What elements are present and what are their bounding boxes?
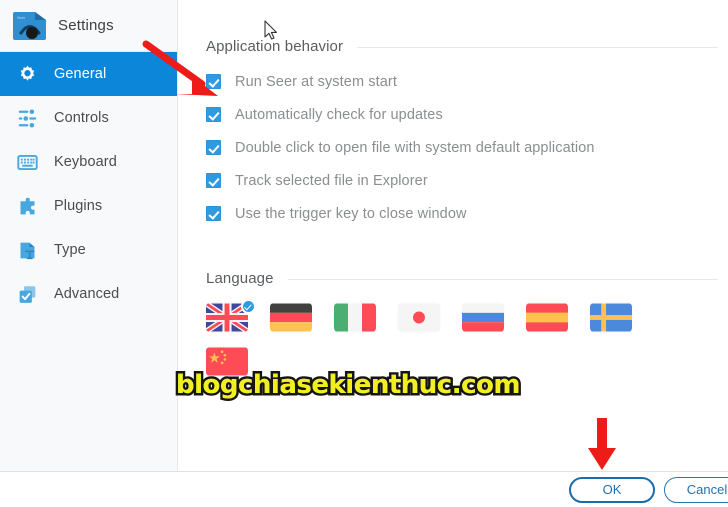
checkbox-run-seer-at-system-start[interactable] [206,74,221,89]
app-brand: Seer Settings [0,0,177,52]
dialog-footer: OK Cancel [0,471,728,507]
checkbox-label: Double click to open file with system de… [235,139,595,156]
sliders-icon [14,105,40,131]
sidebar-item-controls[interactable]: Controls [0,96,177,140]
section-header: Application behavior [179,38,728,55]
checkbox-row-run-seer-at-system-start[interactable]: Run Seer at system start [179,65,728,98]
keyboard-icon [14,149,40,175]
language-option-swedish[interactable] [590,295,654,339]
section-language: Language [179,270,728,383]
sidebar-item-label: General [54,66,107,82]
svg-text:Seer: Seer [17,15,26,20]
sidebar-item-type[interactable]: Type [0,228,177,272]
sidebar: Seer Settings General Controls Keyboard … [0,0,178,471]
section-title: Language [206,270,274,287]
language-option-spanish[interactable] [526,295,590,339]
checkbox-row-trigger-key-close-window[interactable]: Use the trigger key to close window [179,197,728,230]
ok-button[interactable]: OK [569,476,655,503]
seer-logo-icon: Seer [10,9,50,43]
sidebar-item-plugins[interactable]: Plugins [0,184,177,228]
checkbox-row-double-click-open-file[interactable]: Double click to open file with system de… [179,131,728,164]
section-application-behavior: Application behavior Run Seer at system … [179,38,728,230]
language-flag-grid [179,295,706,383]
sidebar-item-label: Controls [54,110,109,126]
sidebar-item-label: Advanced [54,286,120,302]
settings-window: Seer Settings General Controls Keyboard … [0,0,728,507]
file-type-icon [14,237,40,263]
checkbox-row-automatically-check-for-updates[interactable]: Automatically check for updates [179,98,728,131]
flag-russia [462,303,504,332]
checkbox-track-selected-file[interactable] [206,173,221,188]
language-option-english[interactable] [206,295,270,339]
sidebar-item-label: Keyboard [54,154,117,170]
sidebar-item-keyboard[interactable]: Keyboard [0,140,177,184]
checkbox-label: Track selected file in Explorer [235,172,428,189]
language-selected-check-icon [241,299,256,314]
checkbox-stack-icon [14,281,40,307]
section-divider [287,279,718,280]
checkbox-label: Run Seer at system start [235,73,397,90]
cancel-button[interactable]: Cancel [664,476,728,503]
flag-spain [526,303,568,332]
settings-content: Application behavior Run Seer at system … [179,0,728,471]
section-title: Application behavior [206,38,344,55]
section-header: Language [179,270,728,287]
flag-germany [270,303,312,332]
language-option-chinese[interactable] [206,339,270,383]
sidebar-item-general[interactable]: General [0,52,177,96]
checkbox-trigger-key-close-window[interactable] [206,206,221,221]
language-option-japanese[interactable] [398,295,462,339]
plugin-icon [14,193,40,219]
app-title: Settings [58,17,114,34]
sidebar-item-label: Plugins [54,198,103,214]
sidebar-item-advanced[interactable]: Advanced [0,272,177,316]
checkbox-automatically-check-for-updates[interactable] [206,107,221,122]
gear-icon [14,61,40,87]
checkbox-row-track-selected-file[interactable]: Track selected file in Explorer [179,164,728,197]
language-option-italian[interactable] [334,295,398,339]
flag-china [206,347,248,376]
section-divider [357,47,718,48]
checkbox-double-click-open-file[interactable] [206,140,221,155]
flag-italy [334,303,376,332]
flag-sweden [590,303,632,332]
checkbox-label: Use the trigger key to close window [235,205,467,222]
language-option-german[interactable] [270,295,334,339]
sidebar-item-label: Type [54,242,86,258]
language-option-russian[interactable] [462,295,526,339]
checkbox-label: Automatically check for updates [235,106,443,123]
flag-japan [398,303,440,332]
